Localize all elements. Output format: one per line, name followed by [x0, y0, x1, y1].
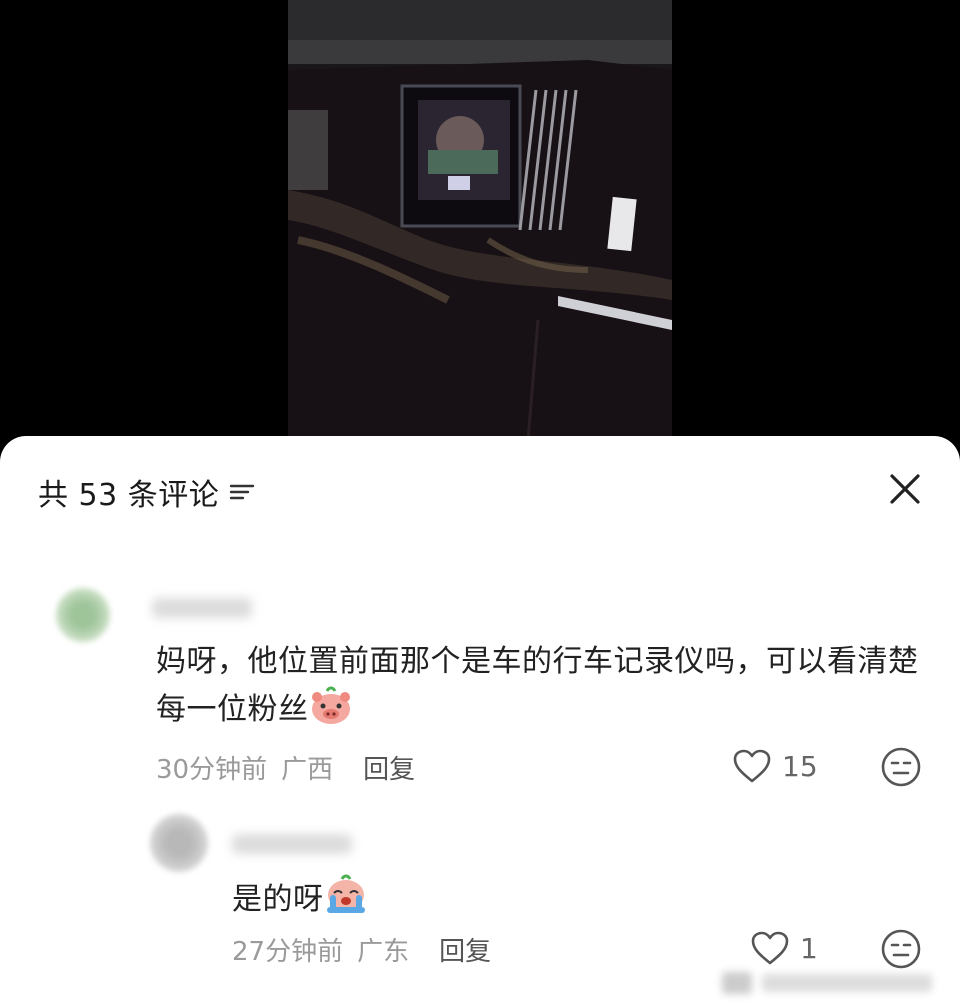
reply-location: 广东: [357, 937, 410, 967]
reply-meta: 27分钟前 广东 回复: [232, 931, 491, 968]
filter-lines-icon[interactable]: [229, 482, 255, 502]
comment-text: 妈呀，他位置前面那个是车的行车记录仪吗，可以看清楚每一位粉丝: [156, 644, 919, 727]
like-count: 1: [800, 931, 818, 965]
comment-sheet: 共 53 条评论 妈呀，他位置前面那个是车的行车记录仪吗，可以看清楚每一位粉丝 …: [0, 436, 960, 1006]
close-icon[interactable]: [888, 472, 922, 506]
heart-icon: [751, 931, 789, 965]
like-button[interactable]: 15: [732, 748, 818, 784]
avatar[interactable]: [56, 588, 110, 642]
reply-text: 是的呀: [232, 873, 832, 923]
like-button[interactable]: 1: [750, 930, 818, 966]
username-blurred[interactable]: [152, 598, 252, 618]
comment-meta: 30分钟前 广西 回复: [156, 749, 415, 786]
comment-count-title: 共 53 条评论: [38, 478, 220, 513]
reply-button[interactable]: 回复: [439, 931, 491, 968]
pig-face-emoji: [311, 686, 350, 724]
video-scene-image: [288, 0, 672, 440]
comment-time: 30分钟前: [156, 755, 268, 785]
heart-icon: [733, 749, 771, 783]
video-area: [0, 0, 960, 460]
comment-location: 广西: [281, 755, 334, 785]
watermark-blurred: [718, 962, 946, 1002]
reply-avatar[interactable]: [150, 814, 208, 872]
reply-time: 27分钟前: [232, 937, 344, 967]
comment-count-header: 共 53 条评论: [38, 470, 255, 514]
like-count: 15: [782, 749, 818, 783]
crying-face-emoji: [326, 874, 365, 913]
reply-username-blurred[interactable]: [232, 834, 352, 854]
neutral-face-icon[interactable]: [880, 746, 922, 788]
reply-button[interactable]: 回复: [363, 749, 415, 786]
video-frame[interactable]: [288, 0, 672, 440]
